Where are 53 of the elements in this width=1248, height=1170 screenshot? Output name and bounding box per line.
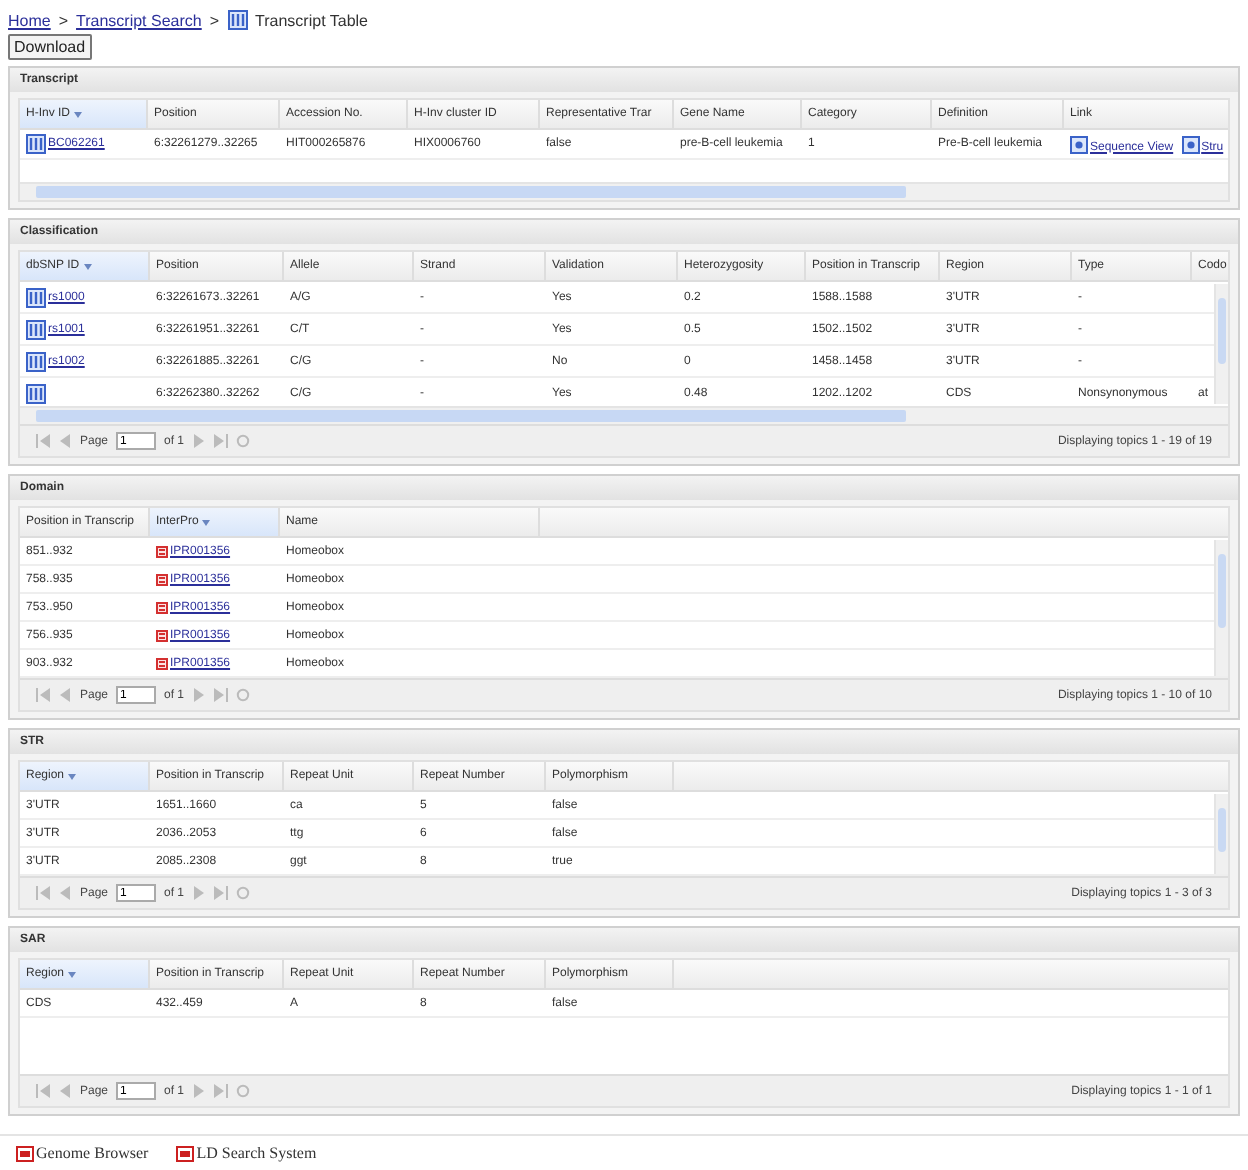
page-icon	[176, 1145, 195, 1161]
table-icon	[26, 319, 46, 339]
table-icon	[26, 351, 46, 371]
view-icon	[1070, 135, 1088, 153]
table-icon	[26, 134, 46, 154]
sort-icon	[202, 519, 211, 525]
download-button[interactable]: Download	[8, 34, 92, 60]
breadcrumb-current: Transcript Table	[255, 11, 368, 29]
refresh-icon[interactable]	[236, 1084, 251, 1098]
last-page-icon[interactable]	[214, 434, 229, 448]
last-page-icon[interactable]	[214, 688, 229, 702]
sort-icon	[68, 773, 77, 779]
vertical-scrollbar[interactable]	[1214, 794, 1228, 874]
next-page-icon[interactable]	[192, 886, 207, 900]
next-page-icon[interactable]	[192, 688, 207, 702]
breadcrumb-link[interactable]: Transcript Search	[76, 11, 202, 29]
vertical-scrollbar[interactable]	[1214, 284, 1228, 404]
sort-icon	[74, 111, 83, 117]
first-page-icon[interactable]	[36, 434, 50, 448]
document-icon	[156, 629, 168, 641]
footer-link[interactable]: Genome Browser	[36, 1144, 149, 1162]
table-icon	[26, 287, 46, 307]
first-page-icon[interactable]	[36, 886, 50, 900]
sort-icon	[83, 263, 92, 269]
previous-page-icon[interactable]	[58, 886, 72, 900]
table-icon	[227, 10, 248, 30]
last-page-icon[interactable]	[214, 1084, 229, 1098]
first-page-icon[interactable]	[36, 1084, 50, 1098]
document-icon	[156, 657, 168, 669]
sort-icon	[68, 971, 77, 977]
horizontal-scrollbar[interactable]	[20, 182, 1228, 200]
document-icon	[156, 601, 168, 613]
document-icon	[156, 545, 168, 557]
breadcrumb-separator: >	[209, 11, 220, 29]
breadcrumb-link[interactable]: Home	[8, 11, 51, 29]
previous-page-icon[interactable]	[58, 1084, 72, 1098]
previous-page-icon[interactable]	[58, 688, 72, 702]
first-page-icon[interactable]	[36, 688, 50, 702]
table-icon	[26, 383, 46, 403]
breadcrumb-separator: >	[58, 11, 69, 29]
refresh-icon[interactable]	[236, 434, 251, 448]
horizontal-scrollbar[interactable]	[20, 406, 1228, 424]
page-icon	[16, 1145, 34, 1161]
footer-link[interactable]: LD Search System	[196, 1144, 317, 1162]
document-icon	[156, 573, 168, 585]
previous-page-icon[interactable]	[58, 434, 72, 448]
refresh-icon[interactable]	[236, 886, 251, 900]
view-icon	[1181, 135, 1200, 153]
vertical-scrollbar[interactable]	[1214, 540, 1228, 676]
last-page-icon[interactable]	[214, 886, 229, 900]
next-page-icon[interactable]	[192, 1084, 207, 1098]
refresh-icon[interactable]	[236, 688, 251, 702]
next-page-icon[interactable]	[192, 434, 207, 448]
